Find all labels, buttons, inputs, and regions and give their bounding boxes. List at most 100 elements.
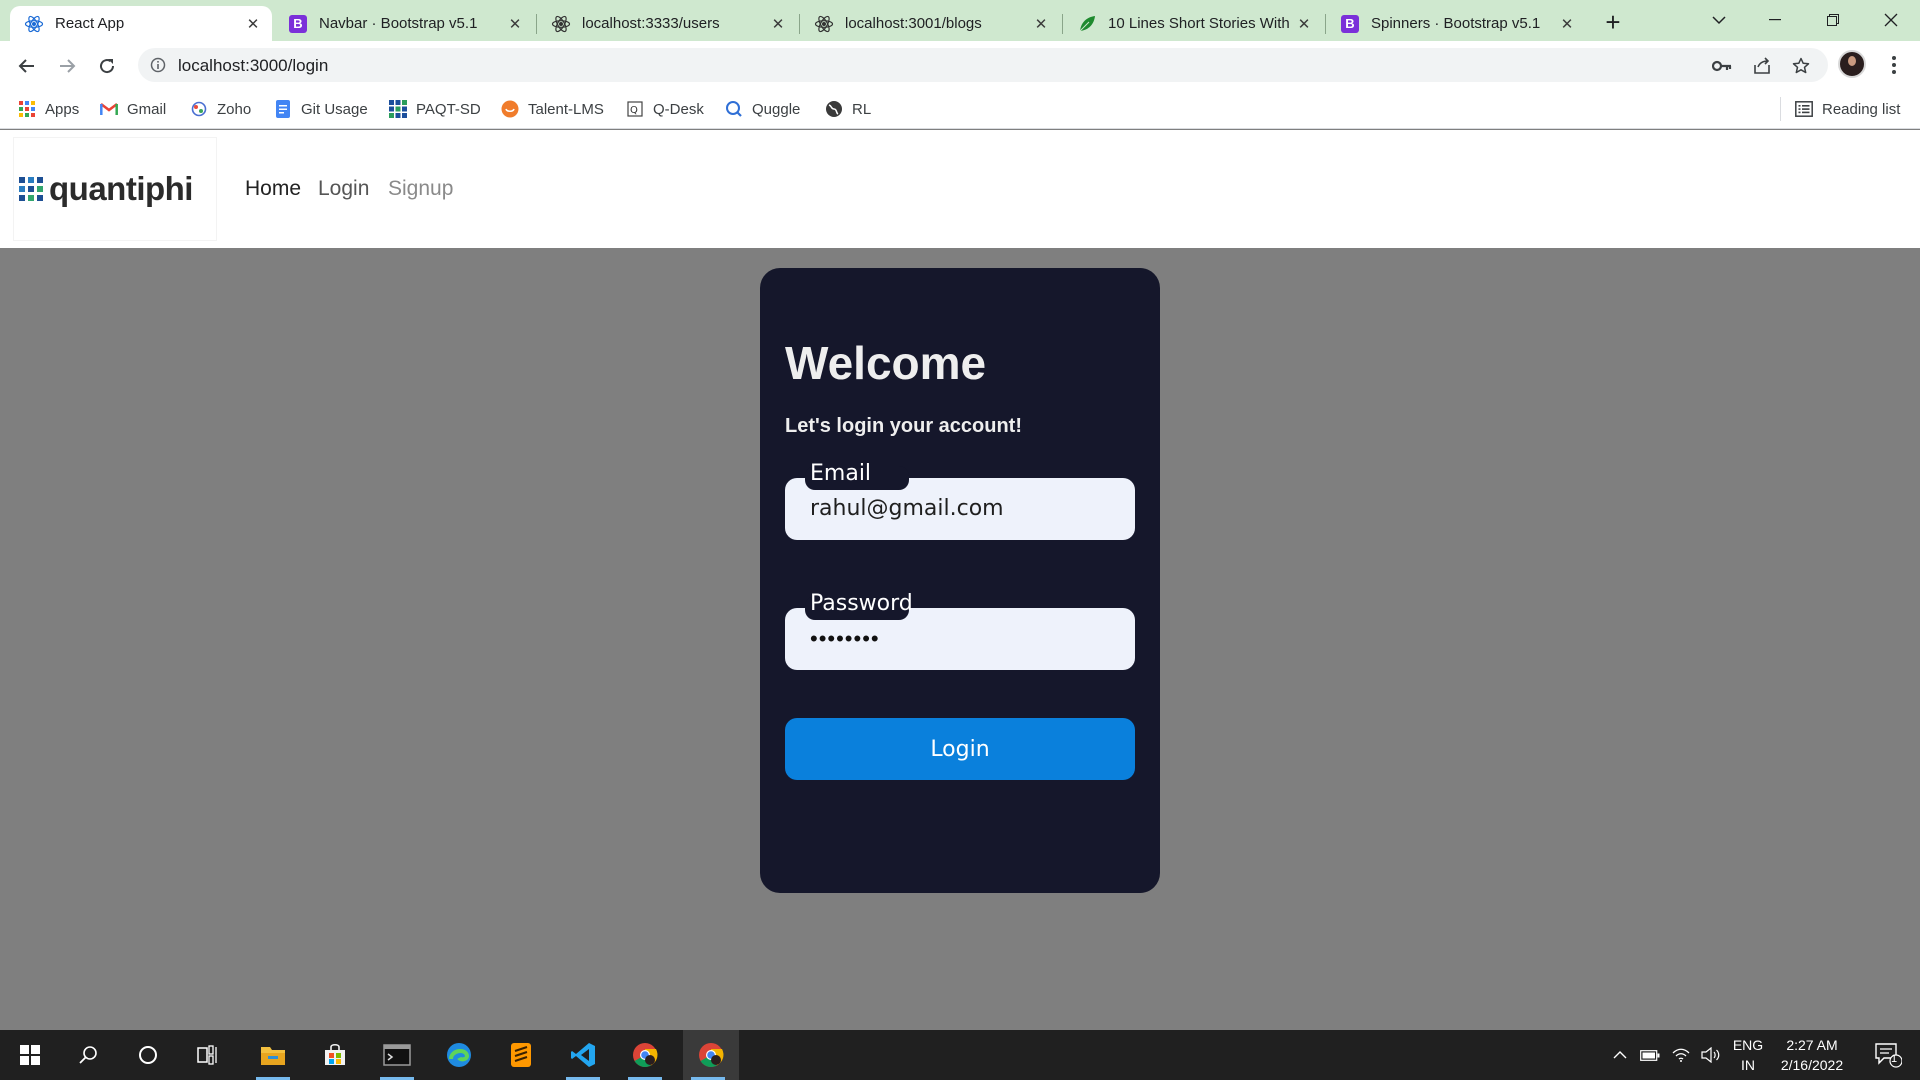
file-explorer-icon bbox=[261, 1047, 285, 1065]
taskbar-search-button[interactable] bbox=[63, 1030, 113, 1080]
tab-title: localhost:3001/blogs bbox=[845, 15, 982, 32]
clock-time: 2:27 AM bbox=[1786, 1037, 1838, 1053]
battery-icon[interactable] bbox=[1636, 1030, 1664, 1080]
password-input-value[interactable]: •••••••• bbox=[810, 626, 880, 652]
leaf-icon bbox=[1077, 14, 1097, 34]
tab-navbar-bootstrap[interactable]: B Navbar · Bootstrap v5.1 ✕ bbox=[274, 6, 534, 41]
chrome-button[interactable] bbox=[620, 1030, 670, 1080]
task-view-button[interactable] bbox=[183, 1030, 233, 1080]
brand-name: quantiphi bbox=[49, 170, 193, 207]
start-icon bbox=[20, 1045, 40, 1065]
star-icon[interactable] bbox=[1790, 55, 1812, 77]
login-card: Welcome Let's login your account! Email … bbox=[760, 268, 1160, 893]
close-tab-icon[interactable]: ✕ bbox=[769, 15, 787, 33]
email-label: Email bbox=[810, 461, 872, 486]
close-tab-icon[interactable]: ✕ bbox=[1295, 15, 1313, 33]
login-subtitle: Let's login your account! bbox=[785, 415, 1022, 437]
file-explorer-button[interactable] bbox=[248, 1030, 298, 1080]
vscode-button[interactable] bbox=[558, 1030, 608, 1080]
store-button[interactable] bbox=[310, 1030, 360, 1080]
tab-react-app[interactable]: React App ✕ bbox=[10, 6, 272, 41]
tab-title: 10 Lines Short Stories With bbox=[1108, 15, 1290, 32]
reload-button[interactable] bbox=[91, 50, 123, 82]
bookmark-talent-lms[interactable]: Talent-LMS bbox=[501, 98, 604, 120]
bookmark-git-usage[interactable]: Git Usage bbox=[274, 98, 368, 120]
close-tab-icon[interactable]: ✕ bbox=[1032, 15, 1050, 33]
browser-toolbar: localhost:3000/login bbox=[0, 41, 1920, 89]
bookmark-zoho[interactable]: Zoho bbox=[190, 98, 251, 120]
bootstrap-icon: B bbox=[1340, 14, 1360, 34]
bootstrap-icon: B bbox=[288, 14, 308, 34]
region-code: IN bbox=[1741, 1057, 1755, 1073]
start-button[interactable] bbox=[5, 1030, 55, 1080]
zoho-icon bbox=[190, 100, 208, 118]
notification-count: 1 bbox=[1891, 1053, 1898, 1065]
restore-button[interactable] bbox=[1810, 0, 1856, 40]
bookmark-q-desk[interactable]: Q Q-Desk bbox=[626, 98, 704, 120]
new-tab-button[interactable]: + bbox=[1598, 7, 1628, 37]
tab-title: Spinners · Bootstrap v5.1 bbox=[1371, 15, 1541, 32]
bookmark-paqt-sd[interactable]: PAQT-SD bbox=[389, 98, 481, 120]
tab-spinners-bootstrap[interactable]: B Spinners · Bootstrap v5.1 ✕ bbox=[1326, 6, 1586, 41]
close-tab-icon[interactable]: ✕ bbox=[244, 15, 262, 33]
nav-home-link[interactable]: Home bbox=[245, 177, 301, 201]
terminal-button[interactable] bbox=[372, 1030, 422, 1080]
bookmark-label: Zoho bbox=[217, 100, 252, 118]
tab-localhost-users[interactable]: localhost:3333/users ✕ bbox=[537, 6, 797, 41]
bookmark-gmail[interactable]: Gmail bbox=[100, 98, 166, 120]
clock[interactable]: 2:27 AM 2/16/2022 bbox=[1771, 1030, 1853, 1080]
chrome-profile-button[interactable] bbox=[683, 1030, 739, 1080]
sublime-button[interactable] bbox=[496, 1030, 546, 1080]
share-icon[interactable] bbox=[1751, 55, 1773, 77]
windows-taskbar: ENG IN 2:27 AM 2/16/2022 1 bbox=[0, 1030, 1920, 1080]
back-button[interactable] bbox=[11, 50, 43, 82]
bookmark-label: Quggle bbox=[752, 100, 801, 118]
quantiphi-logo-icon bbox=[19, 177, 43, 201]
tab-title: localhost:3333/users bbox=[582, 15, 720, 32]
close-tab-icon[interactable]: ✕ bbox=[506, 15, 524, 33]
password-field[interactable]: Password •••••••• bbox=[785, 591, 1135, 670]
close-window-button[interactable] bbox=[1868, 0, 1914, 40]
profile-avatar[interactable] bbox=[1838, 50, 1866, 78]
clock-date: 2/16/2022 bbox=[1780, 1057, 1844, 1073]
edge-button[interactable] bbox=[434, 1030, 484, 1080]
email-input-value[interactable]: rahul@gmail.com bbox=[810, 496, 1004, 521]
email-field[interactable]: Email rahul@gmail.com bbox=[785, 461, 1135, 540]
tab-search-button[interactable] bbox=[1696, 0, 1742, 40]
key-icon[interactable] bbox=[1711, 55, 1733, 77]
bookmark-apps[interactable]: Apps bbox=[18, 98, 79, 120]
wifi-icon[interactable] bbox=[1667, 1030, 1695, 1080]
docs-icon bbox=[274, 100, 292, 118]
reading-list-icon bbox=[1795, 100, 1813, 118]
browser-menu-button[interactable] bbox=[1884, 53, 1904, 77]
react-icon bbox=[814, 14, 834, 34]
site-info-icon[interactable] bbox=[150, 57, 166, 78]
bookmark-quggle[interactable]: Quggle bbox=[725, 98, 800, 120]
brand-logo[interactable]: quantiphi bbox=[14, 138, 216, 240]
nav-login-link[interactable]: Login bbox=[318, 177, 369, 201]
nav-signup-link[interactable]: Signup bbox=[388, 177, 453, 201]
cortana-button[interactable] bbox=[123, 1030, 173, 1080]
tab-localhost-blogs[interactable]: localhost:3001/blogs ✕ bbox=[800, 6, 1060, 41]
arrow-right-icon bbox=[60, 59, 76, 73]
volume-icon[interactable] bbox=[1697, 1030, 1725, 1080]
reload-icon bbox=[100, 59, 115, 74]
language-indicator[interactable]: ENG IN bbox=[1729, 1030, 1767, 1080]
svg-text:Q: Q bbox=[630, 105, 638, 116]
login-button[interactable]: Login bbox=[785, 718, 1135, 780]
tab-short-stories[interactable]: 10 Lines Short Stories With ✕ bbox=[1063, 6, 1323, 41]
arrow-left-icon bbox=[18, 59, 34, 73]
tab-title: Navbar · Bootstrap v5.1 bbox=[319, 15, 478, 32]
notification-center-button[interactable]: 1 bbox=[1866, 1030, 1910, 1080]
close-tab-icon[interactable]: ✕ bbox=[1558, 15, 1576, 33]
talentlms-icon bbox=[501, 100, 519, 118]
url-text: localhost:3000/login bbox=[178, 56, 329, 75]
bookmark-rl[interactable]: RL bbox=[825, 98, 871, 120]
reading-list-button[interactable]: Reading list bbox=[1795, 98, 1900, 120]
address-bar[interactable]: localhost:3000/login bbox=[138, 48, 1828, 82]
minimize-button[interactable] bbox=[1752, 0, 1798, 40]
browser-tab-strip: React App ✕ B Navbar · Bootstrap v5.1 ✕ … bbox=[0, 0, 1920, 41]
bookmarks-divider bbox=[1780, 97, 1781, 121]
forward-button[interactable] bbox=[51, 50, 83, 82]
show-hidden-icons-button[interactable] bbox=[1605, 1030, 1635, 1080]
